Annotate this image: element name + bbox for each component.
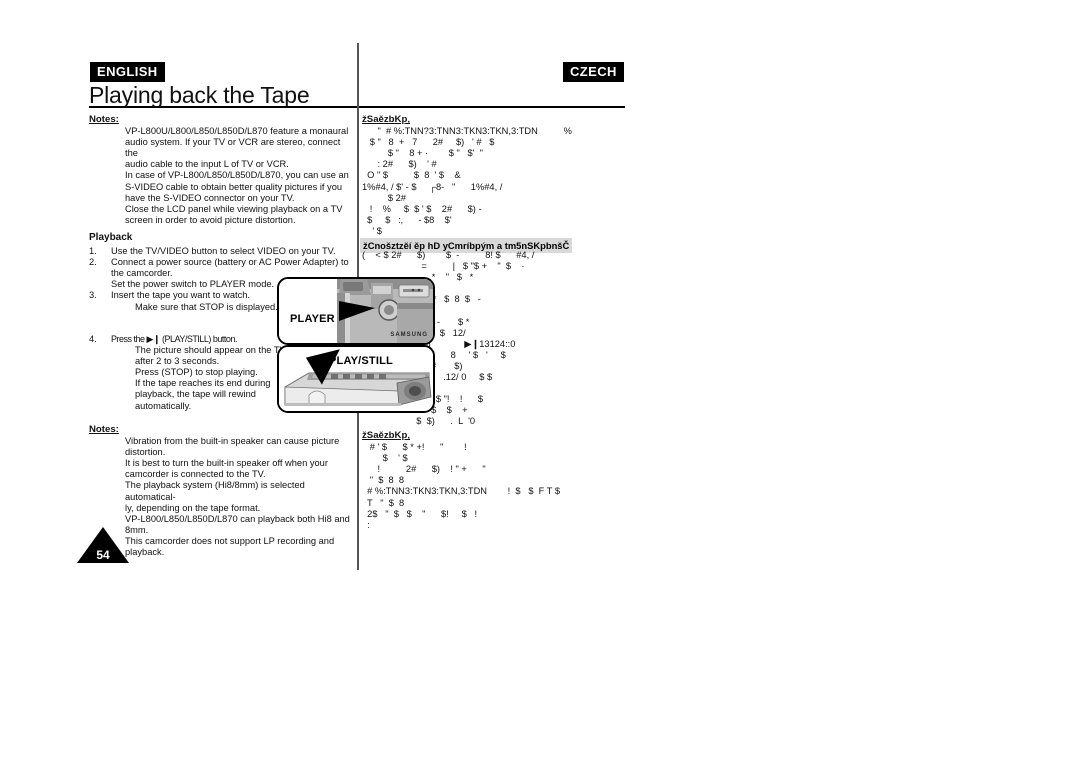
note-line: playback. [125, 547, 165, 558]
czech-note-line: " $ 8 8 [362, 475, 405, 486]
note-line: The playback system (Hi8/8mm) is selecte… [125, 480, 305, 502]
illustration-player-switch: PLAYER SAMSUNG [277, 277, 435, 345]
step-number: 2. [89, 257, 97, 268]
note-line: VP-L800/L850/L850D/L870 can playback bot… [125, 513, 350, 524]
note-line: have the S-VIDEO connector on your TV. [125, 192, 295, 203]
notes-label: Notes: [89, 424, 119, 435]
notes-bottom-body: Vibration from the built-in speaker can … [125, 436, 351, 558]
language-badge-czech: CZECH [563, 62, 624, 82]
step-line: Connect a power source (battery or AC Po… [111, 257, 349, 268]
english-notes-top: Notes: VP-L800U/L800/L850/L850D/L870 fea… [89, 114, 351, 226]
step-number: 3. [89, 290, 97, 301]
czech-note-line: # %:TNN3:TKN3:TKN,3:TDN ! $ $ F T $ [362, 486, 561, 497]
czech-body-line: $ $) . L '0 [362, 416, 476, 427]
note-line: 8mm. [125, 524, 149, 535]
note-line: camcorder is connected to the TV. [125, 469, 266, 480]
illustration-play-still-button: PLAY/STILL [277, 345, 435, 413]
notes-label-czech: žSaězbKp‚ [362, 114, 410, 125]
illustration-label-play-still: PLAY/STILL [329, 355, 393, 367]
czech-note-line: ! 2# $) ! " + " [362, 464, 486, 475]
czech-note-line: 2$ " $ $ " $! $ ! [362, 508, 478, 519]
step-line: Use the TV/VIDEO button to select VIDEO … [111, 246, 336, 257]
note-line: In case of VP-L800/L850/L850D/L870, you … [125, 170, 349, 181]
illustration-label-player: PLAYER [290, 313, 335, 325]
czech-body-line: = | $ "$ + " $ · [362, 261, 525, 272]
note-line: This camcorder does not support LP recor… [125, 535, 335, 546]
step-number: 4. [89, 334, 97, 344]
czech-note-line: $ ' $ [362, 453, 408, 464]
page-number: 54 [96, 548, 110, 562]
czech-note-line: " # %:TNN?3:TNN3:TKN3:TKN,3:TDN % [362, 126, 572, 137]
notes-label-czech: žSaězbKp‚ [362, 430, 410, 441]
note-line: S-VIDEO cable to obtain better quality p… [125, 181, 343, 192]
note-line: Close the LCD panel while viewing playba… [125, 203, 343, 214]
pointer-arrow-icon [339, 301, 375, 321]
czech-note-line: $ $ :‚ - $8 $' [362, 214, 452, 225]
czech-note-line: ! % $ $ ' $ 2# $) - [362, 203, 482, 214]
czech-note-line: $ " 8 + 7 2# $) ' # $ [362, 137, 495, 148]
page-title: Playing back the Tape [89, 82, 310, 108]
notes-label: Notes: [89, 114, 119, 125]
step-1: 1. Use the TV/VIDEO button to select VID… [89, 246, 351, 257]
czech-note-line: # ' $ $ * +! " ! [362, 442, 467, 453]
czech-note-line: : [362, 519, 370, 530]
brand-logo: SAMSUNG [390, 332, 428, 338]
playback-heading: Playback [89, 232, 133, 243]
czech-notes-bottom: žSaězbKp‚ # ' $ $ * +! " ! $ ' $ ! 2# $)… [362, 430, 628, 531]
manual-page: ENGLISH CZECH Playing back the Tape Note… [0, 0, 1080, 763]
czech-note-line: $ 2# [362, 192, 406, 203]
note-line: audio cable to the input L of TV or VCR. [125, 159, 289, 170]
czech-note-line: : 2# $) ' # [362, 159, 437, 170]
czech-note-line: $ " 8 + · $ " $' " [362, 148, 483, 159]
note-line: distortion. [125, 447, 166, 458]
czech-note-line: T " $ 8 [362, 497, 405, 508]
note-line: Vibration from the built-in speaker can … [125, 436, 340, 447]
notes-top-body: VP-L800U/L800/L850/L850D/L870 feature a … [125, 126, 351, 226]
language-badge-english: ENGLISH [90, 62, 165, 82]
note-line: ly, depending on the tape format. [125, 502, 261, 513]
note-line: VP-L800U/L800/L850/L850D/L870 feature a … [125, 126, 349, 137]
note-line: audio system. If your TV or VCR are ster… [125, 137, 341, 159]
czech-note-line: O " $ $ 8 ' $ & [362, 170, 461, 181]
czech-notes-top: žSaězbKp‚ " # %:TNN?3:TNN3:TKN3:TKN,3:TD… [362, 114, 628, 237]
note-line: It is best to turn the built-in speaker … [125, 458, 328, 469]
czech-note-line: 1%#4, / $' - $ ┌8- " 1%#4, / [362, 181, 503, 192]
czech-body-line: ( < $ 2# $) $ - 8! $ #4, / [362, 250, 535, 260]
step-number: 1. [89, 246, 97, 257]
note-line: screen in order to avoid picture distort… [125, 214, 296, 225]
